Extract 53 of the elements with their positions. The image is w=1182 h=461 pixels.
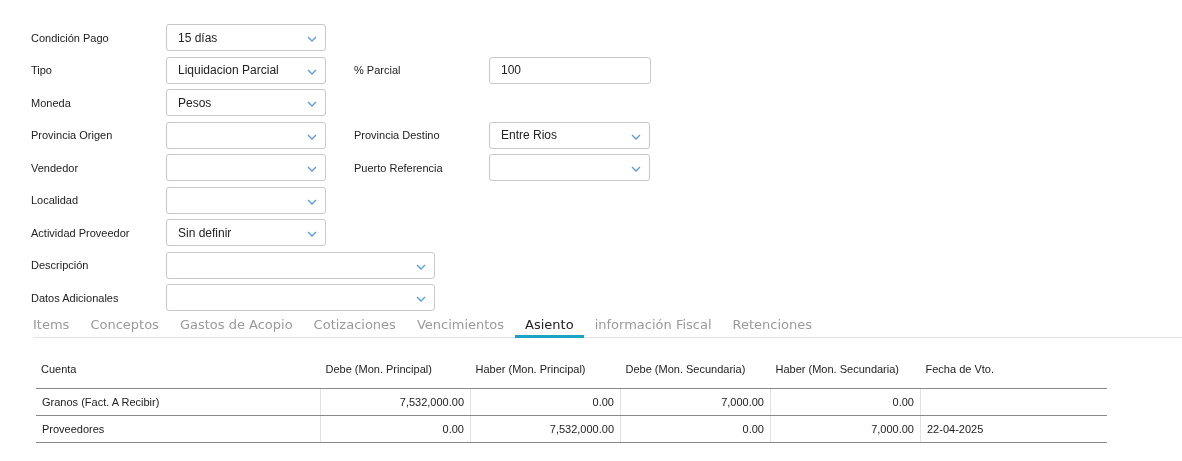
chevron-down-icon xyxy=(307,133,317,140)
column-header: Fecha de Vto. xyxy=(920,352,1107,388)
dropdown-field[interactable] xyxy=(166,121,326,149)
field-label: Vendedor xyxy=(31,161,80,174)
table-cell: 0.00 xyxy=(592,395,614,408)
column-header: Cuenta xyxy=(36,352,321,388)
dropdown-field[interactable] xyxy=(489,154,650,182)
column-header: Haber (Mon. Principal) xyxy=(470,352,621,388)
dropdown-field[interactable] xyxy=(166,186,326,214)
chevron-down-icon xyxy=(307,166,317,173)
column-header: Debe (Mon. Principal) xyxy=(320,352,471,388)
dropdown-field[interactable]: Pesos xyxy=(166,89,326,117)
table-cell: 7,532,000.00 xyxy=(399,395,464,408)
field-label: Provincia Origen xyxy=(31,129,114,142)
table-cell: 0.00 xyxy=(742,422,764,435)
chevron-down-icon xyxy=(416,296,426,303)
field-label: % Parcial xyxy=(354,64,402,77)
chevron-down-icon xyxy=(307,68,317,75)
table-cell: Granos (Fact. A Recibir) xyxy=(42,395,160,408)
field-label: Puerto Referencia xyxy=(354,161,444,174)
chevron-down-icon xyxy=(631,166,641,173)
chevron-down-icon xyxy=(416,263,426,270)
dropdown-field[interactable] xyxy=(166,154,326,182)
dropdown-field[interactable]: Sin definir xyxy=(166,219,326,247)
chevron-down-icon xyxy=(307,101,317,108)
field-label: Descripción xyxy=(31,259,90,272)
field-label: Actividad Proveedor xyxy=(31,226,131,239)
chevron-down-icon xyxy=(631,133,641,140)
field-label: Provincia Destino xyxy=(354,129,441,142)
table-cell: 22-04-2025 xyxy=(927,422,984,435)
table-cell: 7,532,000.00 xyxy=(549,422,614,435)
dropdown-field[interactable]: 15 días xyxy=(166,24,326,52)
column-header: Debe (Mon. Secundaria) xyxy=(620,352,771,388)
field-label: Moneda xyxy=(31,96,72,109)
field-label: Datos Adicionales xyxy=(31,291,120,304)
dropdown-field[interactable]: Entre Rios xyxy=(489,121,650,149)
tab[interactable]: Asiento xyxy=(514,314,585,338)
table-cell: Proveedores xyxy=(42,422,105,435)
table-cell: 7,000.00 xyxy=(871,422,914,435)
table-cell: 0.00 xyxy=(892,395,914,408)
field-label: Localidad xyxy=(31,194,80,207)
chevron-down-icon xyxy=(307,231,317,238)
input-field[interactable]: 100 xyxy=(489,56,651,84)
field-label: Condición Pago xyxy=(31,31,110,44)
table-cell: 7,000.00 xyxy=(721,395,764,408)
field-label: Tipo xyxy=(31,64,53,77)
dropdown-field[interactable] xyxy=(166,251,435,279)
chevron-down-icon xyxy=(307,36,317,43)
column-header: Haber (Mon. Secundaria) xyxy=(770,352,921,388)
chevron-down-icon xyxy=(307,198,317,205)
dropdown-field[interactable] xyxy=(166,284,435,312)
dropdown-field[interactable]: Liquidacion Parcial xyxy=(166,56,326,84)
table-cell: 0.00 xyxy=(442,422,464,435)
